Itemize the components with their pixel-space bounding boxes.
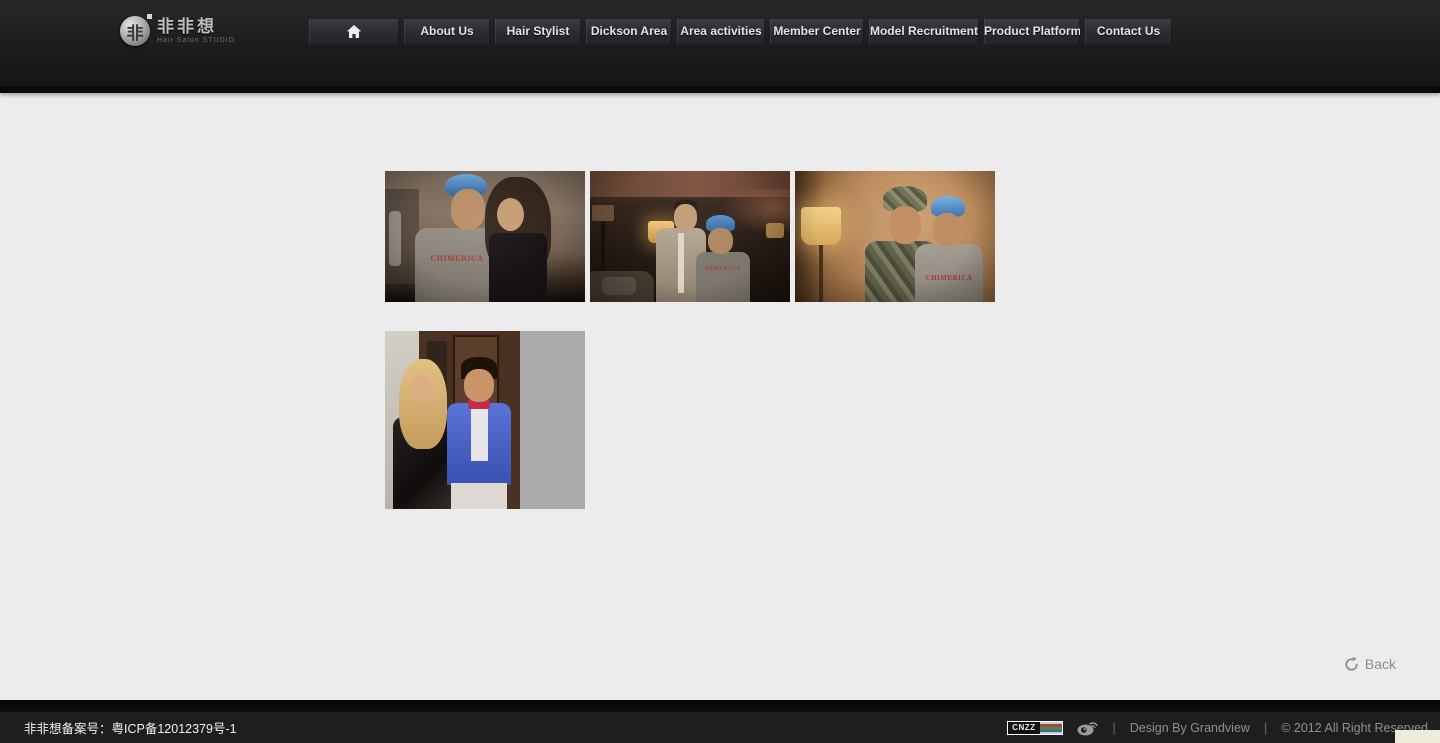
photo-art [451, 483, 507, 509]
weibo-icon[interactable] [1077, 719, 1099, 736]
photo-thumbnail-1[interactable]: CHIMERICA [385, 171, 585, 302]
nav-item-member-center[interactable]: Member Center [770, 19, 864, 44]
footer-divider: | [1113, 721, 1116, 735]
brand-text-block: 非非想 Hair Salon STUDIO [157, 18, 235, 44]
header: 非 非非想 Hair Salon STUDIO About Us Hair St… [0, 0, 1440, 87]
footer-divider: | [1264, 721, 1267, 735]
footer-divider-bar [0, 700, 1440, 712]
nav-item-hair-stylist[interactable]: Hair Stylist [495, 19, 581, 44]
nav-item-dickson-area[interactable]: Dickson Area [586, 19, 672, 44]
brand-logo-icon: 非 [120, 16, 150, 46]
page: { "header": { "brand": { "name": "非非想", … [0, 0, 1440, 743]
design-credit-link[interactable]: Design By Grandview [1130, 721, 1250, 735]
photo-art [399, 359, 447, 449]
back-button[interactable]: Back [1344, 656, 1396, 672]
back-refresh-icon [1344, 657, 1359, 672]
photo-art [471, 407, 488, 461]
photo-vignette [795, 171, 995, 302]
cnzz-badge-label: CNZZ [1008, 723, 1039, 732]
brand-logo-dot [147, 14, 152, 19]
corner-overlay-box [1395, 730, 1440, 743]
photo-thumbnail-2[interactable]: HIMERICA [590, 171, 790, 302]
nav-item-model-recruitment[interactable]: Model Recruitment [869, 19, 979, 44]
main-nav: About Us Hair Stylist Dickson Area Area … [309, 19, 1172, 44]
icp-registration-text: 非非想备案号：粤ICP备12012379号-1 [24, 712, 237, 743]
footer: 非非想备案号：粤ICP备12012379号-1 CNZZ | Design By… [0, 712, 1440, 743]
photo-vignette [385, 171, 585, 302]
photo-thumbnail-3[interactable]: CHIMERICA [795, 171, 995, 302]
nav-item-product-platform[interactable]: Product Platform [984, 19, 1080, 44]
nav-item-home[interactable] [309, 19, 399, 44]
photo-vignette [590, 171, 790, 302]
photo-art [411, 375, 433, 403]
back-label: Back [1365, 656, 1396, 672]
nav-item-about-us[interactable]: About Us [404, 19, 490, 44]
photo-art [464, 369, 494, 402]
brand-tagline: Hair Salon STUDIO [157, 37, 235, 44]
cnzz-stats-badge[interactable]: CNZZ [1007, 721, 1062, 735]
photo-thumbnail-4[interactable] [385, 331, 585, 509]
footer-right-cluster: CNZZ | Design By Grandview | © 2012 All … [1007, 712, 1428, 743]
home-icon [346, 24, 362, 39]
brand-logo[interactable]: 非 非非想 Hair Salon STUDIO [120, 16, 235, 46]
photo-gray-fill [520, 331, 585, 509]
brand-logo-glyph: 非 [127, 19, 144, 44]
cnzz-badge-stripes [1040, 722, 1062, 734]
header-divider-bar [0, 87, 1440, 93]
brand-name: 非非想 [157, 18, 235, 35]
nav-item-area-activities[interactable]: Area activities [677, 19, 765, 44]
nav-item-contact-us[interactable]: Contact Us [1085, 19, 1172, 44]
